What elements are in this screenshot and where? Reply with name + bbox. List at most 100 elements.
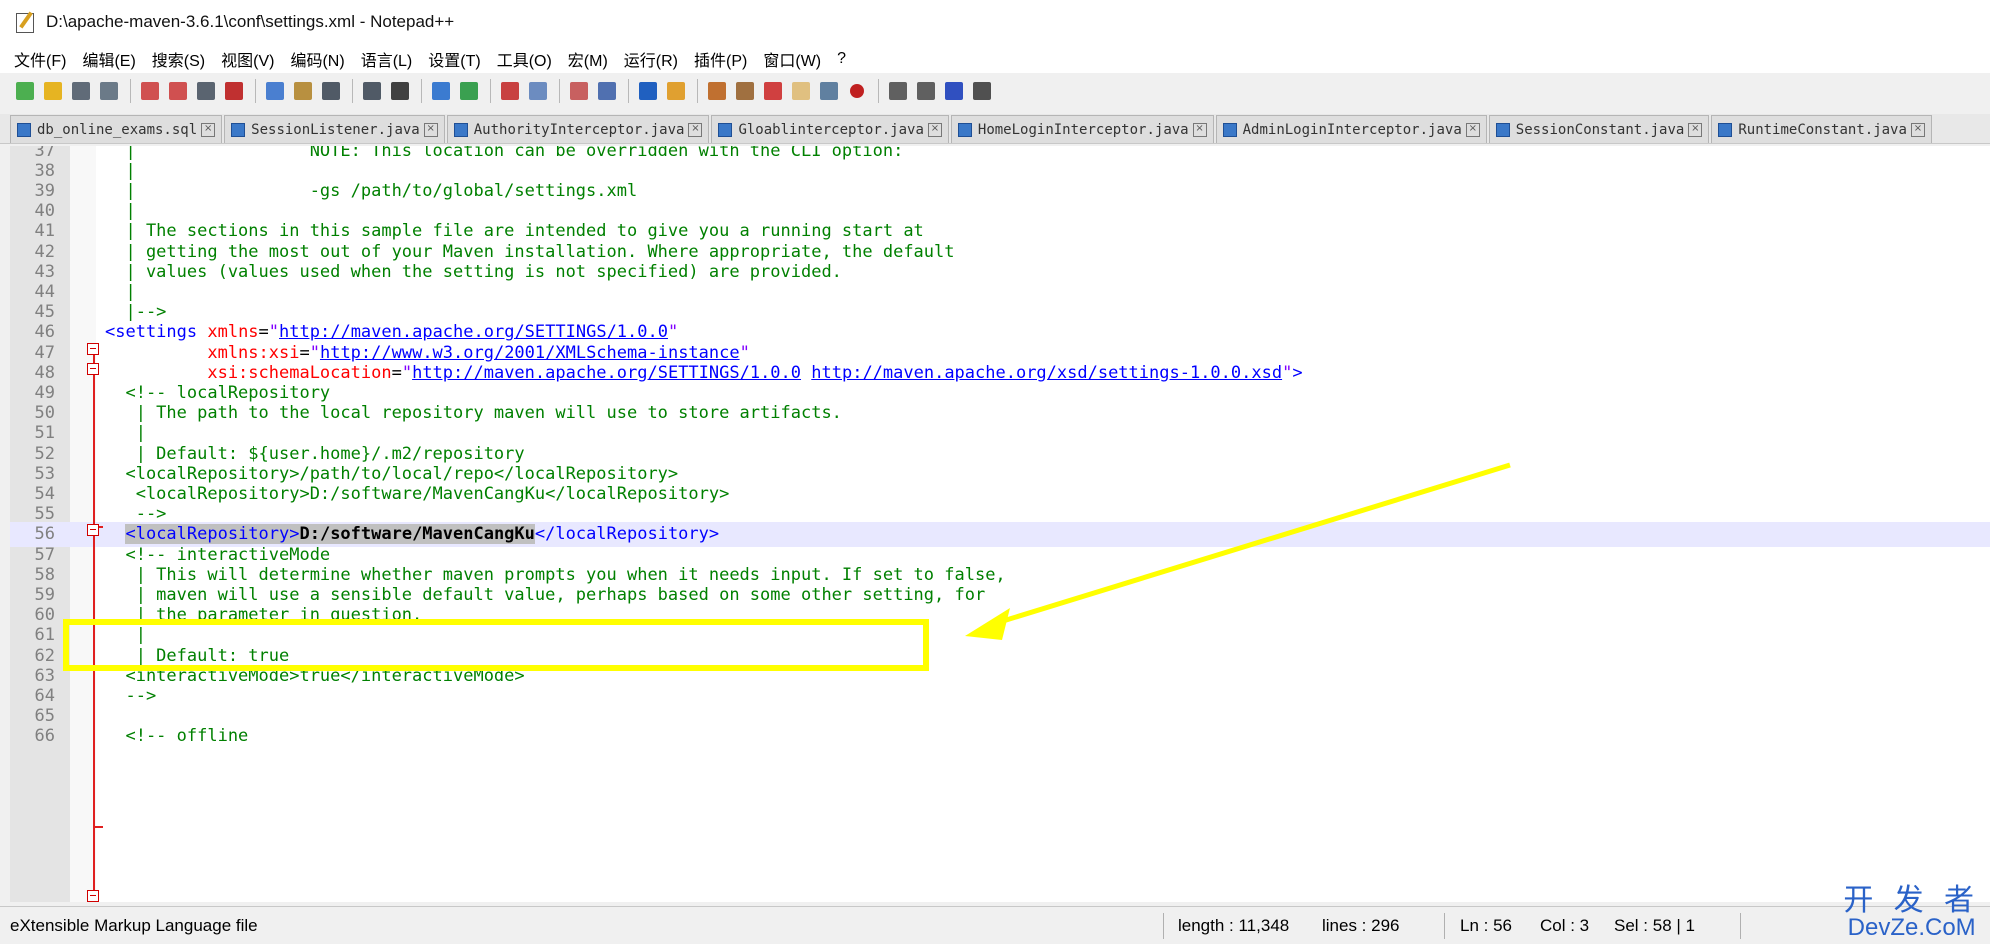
menu-item[interactable]: ? <box>829 50 854 68</box>
save-all-icon[interactable] <box>96 78 122 104</box>
status-sel: Sel : 58 | 1 <box>1614 916 1695 935</box>
menu-item[interactable]: 文件(F) <box>6 47 74 71</box>
line-text: <!-- offline <box>105 726 248 746</box>
doc-map-icon[interactable] <box>732 78 758 104</box>
file-icon <box>1222 122 1237 137</box>
status-ln: Ln : 56 <box>1460 916 1512 935</box>
menu-item[interactable]: 设置(T) <box>420 47 488 71</box>
play-multi-icon[interactable] <box>941 78 967 104</box>
status-bar: eXtensible Markup Language file length :… <box>0 886 1990 944</box>
folder-icon[interactable] <box>788 78 814 104</box>
save-icon[interactable] <box>68 78 94 104</box>
close-icon[interactable]: × <box>201 122 216 137</box>
open-file-icon[interactable] <box>40 78 66 104</box>
editor[interactable]: 37 | NOTE: This location can be overridd… <box>10 146 1990 902</box>
window-title: D:\apache-maven-3.6.1\conf\settings.xml … <box>46 12 455 31</box>
close-icon[interactable]: × <box>1192 122 1207 137</box>
copy-icon[interactable] <box>262 78 288 104</box>
tab-label: SessionListener.java <box>251 121 420 138</box>
tab-label: AdminLoginInterceptor.java <box>1242 121 1462 138</box>
indent-guide-icon[interactable] <box>663 78 689 104</box>
tab-3[interactable]: Gloablinterceptor.java × <box>711 115 949 143</box>
find-icon[interactable] <box>387 78 413 104</box>
menu-item[interactable]: 语言(L) <box>353 47 421 71</box>
tab-0[interactable]: db_online_exams.sql × <box>10 115 223 143</box>
close-icon[interactable]: × <box>688 122 703 137</box>
close-icon[interactable] <box>137 78 163 104</box>
new-file-icon[interactable] <box>12 78 38 104</box>
zoom-out-icon[interactable] <box>497 78 523 104</box>
udl-icon[interactable] <box>704 78 730 104</box>
tab-label: Gloablinterceptor.java <box>738 121 924 138</box>
tab-label: SessionConstant.java <box>1515 121 1685 138</box>
notepad-plus-plus-icon <box>14 11 36 33</box>
file-icon <box>957 122 972 137</box>
fold-toggle[interactable] <box>87 343 99 355</box>
play-macro-icon[interactable] <box>913 78 939 104</box>
tab-label: RuntimeConstant.java <box>1738 121 1907 138</box>
tab-bar: db_online_exams.sql × SessionListener.java… <box>0 114 1990 144</box>
menu-item[interactable]: 视图(V) <box>213 47 282 71</box>
tab-4[interactable]: HomeLoginInterceptor.java × <box>950 115 1214 143</box>
sync-v-icon[interactable] <box>525 78 551 104</box>
close-icon[interactable]: × <box>423 122 438 137</box>
print-icon[interactable] <box>193 78 219 104</box>
menu-item[interactable]: 编码(N) <box>282 47 352 71</box>
close-icon[interactable]: × <box>1910 122 1925 137</box>
undo-icon[interactable] <box>318 78 344 104</box>
status-lines: lines : 296 <box>1322 916 1400 935</box>
status-col: Col : 3 <box>1540 916 1590 935</box>
file-icon <box>718 122 733 137</box>
menu-bar: 文件(F) 编辑(E) 搜索(S) 视图(V) 编码(N) 语言(L) 设置(T) 工具(O)… <box>0 44 1990 73</box>
tab-7[interactable]: RuntimeConstant.java × <box>1711 115 1932 143</box>
file-icon <box>1495 122 1510 137</box>
close-icon[interactable]: × <box>927 122 942 137</box>
file-icon <box>453 122 468 137</box>
tab-label: db_online_exams.sql <box>37 121 198 138</box>
highlight-box <box>63 619 929 671</box>
save-macro-icon[interactable] <box>969 78 995 104</box>
fold-toggle[interactable] <box>87 890 99 902</box>
token: <!-- offline <box>105 726 249 747</box>
menu-item[interactable]: 宏(M) <box>560 47 616 71</box>
close-icon[interactable]: × <box>1465 122 1480 137</box>
line-number: 66 <box>34 726 55 747</box>
menu-item[interactable]: 工具(O) <box>489 47 560 71</box>
redo-icon[interactable] <box>359 78 385 104</box>
wrap-icon[interactable] <box>594 78 620 104</box>
all-chars-icon[interactable] <box>635 78 661 104</box>
tab-label: AuthorityInterceptor.java <box>473 121 685 138</box>
function-list-icon[interactable] <box>760 78 786 104</box>
close-all-icon[interactable] <box>165 78 191 104</box>
fold-toggle[interactable] <box>87 363 99 375</box>
file-icon <box>17 122 31 137</box>
tab-label: HomeLoginInterceptor.java <box>977 121 1189 138</box>
close-icon[interactable]: × <box>1688 122 1703 137</box>
code-line[interactable]: 66 <!-- offline <box>10 724 1990 749</box>
tab-6[interactable]: SessionConstant.java × <box>1488 115 1710 143</box>
file-icon <box>1718 122 1733 137</box>
menu-item[interactable]: 运行(R) <box>616 47 686 71</box>
menu-item[interactable]: 插件(P) <box>686 47 755 71</box>
fold-end-marker <box>93 826 103 828</box>
tab-5[interactable]: AdminLoginInterceptor.java × <box>1215 115 1487 143</box>
fold-toggle[interactable] <box>87 524 99 536</box>
stop-macro-icon[interactable] <box>885 78 911 104</box>
sync-h-icon[interactable] <box>566 78 592 104</box>
menu-item[interactable]: 搜索(S) <box>144 47 213 71</box>
toolbar <box>0 73 1990 108</box>
tab-2[interactable]: AuthorityInterceptor.java × <box>446 115 710 143</box>
zoom-in-icon[interactable] <box>456 78 482 104</box>
title-bar: D:\apache-maven-3.6.1\conf\settings.xml … <box>0 0 1990 44</box>
cut-icon[interactable] <box>221 78 247 104</box>
file-icon <box>231 122 246 137</box>
menu-item[interactable]: 窗口(W) <box>755 47 829 71</box>
record-macro-icon[interactable] <box>844 78 870 104</box>
paste-icon[interactable] <box>290 78 316 104</box>
monitor-icon[interactable] <box>816 78 842 104</box>
tab-1[interactable]: SessionListener.java × <box>224 115 445 143</box>
replace-icon[interactable] <box>428 78 454 104</box>
menu-item[interactable]: 编辑(E) <box>74 47 143 71</box>
status-length: length : 11,348 <box>1178 916 1290 935</box>
watermark-logo: 开 发 者 DevZe.CoM <box>1843 884 1980 941</box>
